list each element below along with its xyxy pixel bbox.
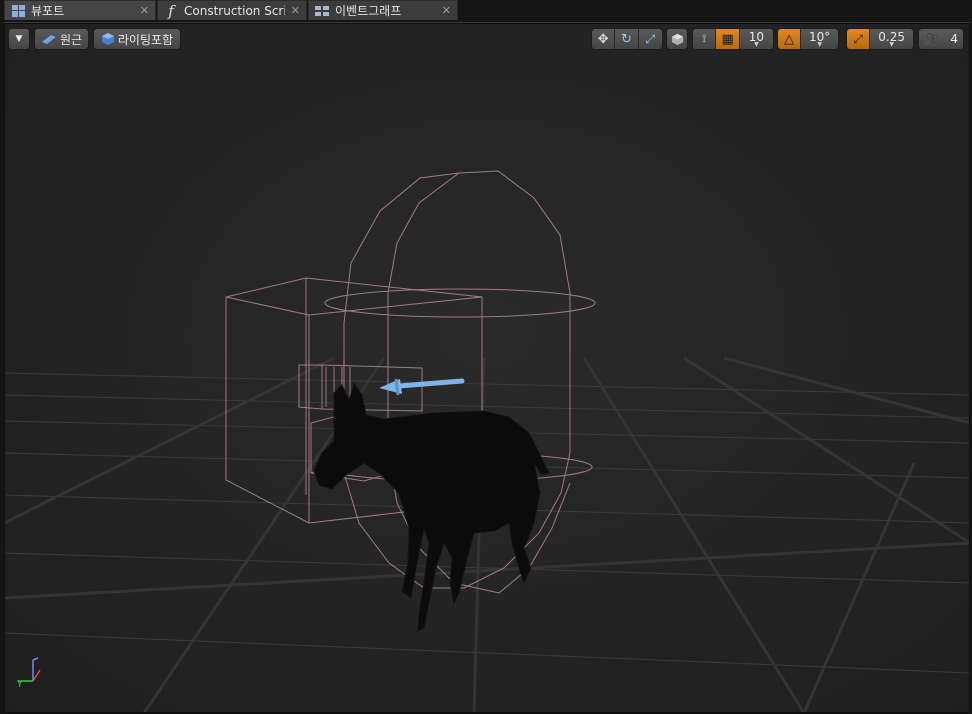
tab-construction-script-label: Construction Scrip bbox=[184, 3, 285, 18]
camera-speed-value: 4 bbox=[950, 32, 958, 46]
perspective-label: 원근 bbox=[59, 32, 83, 47]
lighting-label: 라이팅포함 bbox=[117, 32, 174, 47]
surface-snap-button[interactable]: ⟟ bbox=[693, 29, 717, 49]
rotation-snap-group: △ 10° ▼ bbox=[777, 28, 839, 50]
world-cube-icon bbox=[671, 33, 683, 45]
tab-construction-script[interactable]: f Construction Scrip ✕ bbox=[157, 0, 307, 20]
move-arrows-icon: ✥ bbox=[597, 31, 609, 47]
grid-icon: ▦ bbox=[721, 31, 734, 47]
close-icon[interactable]: ✕ bbox=[140, 4, 149, 17]
chevron-down-icon: ▼ bbox=[817, 41, 822, 48]
scale-snap-group: ⤢ 0.25 ▼ bbox=[846, 28, 914, 50]
svg-text:Y: Y bbox=[16, 680, 23, 690]
perspective-button[interactable]: 원근 bbox=[34, 28, 89, 50]
coordinate-space-button[interactable] bbox=[666, 28, 688, 50]
scale-snap-value-dropdown[interactable]: 0.25 ▼ bbox=[870, 29, 913, 49]
tab-viewport-label: 뷰포트 bbox=[31, 4, 65, 18]
scale-snap-toggle[interactable]: ⤢ bbox=[847, 29, 871, 49]
tab-event-graph[interactable]: 이벤트그래프 ✕ bbox=[308, 0, 458, 20]
viewport-options-button[interactable]: ▼ bbox=[8, 28, 30, 50]
chevron-down-icon: ▼ bbox=[754, 41, 759, 48]
surface-snap-icon: ⟟ bbox=[702, 32, 707, 45]
tab-viewport[interactable]: 뷰포트 ✕ bbox=[4, 0, 156, 20]
grid-snap-toggle[interactable]: ▦ bbox=[716, 29, 740, 49]
lighting-mode-button[interactable]: 라이팅포함 bbox=[93, 28, 181, 50]
function-icon: f bbox=[168, 1, 174, 20]
event-graph-icon bbox=[315, 4, 329, 18]
lit-cube-icon bbox=[101, 33, 114, 45]
scale-icon: ⤢ bbox=[645, 31, 656, 46]
chevron-down-icon: ▼ bbox=[15, 34, 23, 44]
viewport-scene[interactable]: Y bbox=[4, 23, 970, 713]
camera-speed-button[interactable]: 🎥 4 bbox=[918, 28, 964, 50]
translate-tool-button[interactable]: ✥ bbox=[592, 29, 616, 49]
grid-snap-value-dropdown[interactable]: 10 ▼ bbox=[739, 29, 773, 49]
chevron-down-icon: ▼ bbox=[889, 41, 894, 48]
rotate-icon: ↻ bbox=[621, 31, 632, 47]
camera-icon: 🎥 bbox=[924, 32, 939, 46]
scale-snap-icon: ⤢ bbox=[853, 31, 863, 46]
editor-tab-bar: 뷰포트 ✕ f Construction Scrip ✕ 이벤트그래프 ✕ bbox=[0, 0, 972, 21]
level-viewport[interactable]: Y ▼ 원근 라이팅포함 ✥ ↻ ⤢ ⟟ ▦ 10 ▼ △ 10° ▼ ⤢ 0.… bbox=[4, 22, 970, 713]
close-icon[interactable]: ✕ bbox=[291, 4, 300, 17]
tab-event-graph-label: 이벤트그래프 bbox=[335, 4, 402, 18]
close-icon[interactable]: ✕ bbox=[442, 4, 451, 17]
grid-snap-group: ⟟ ▦ 10 ▼ bbox=[692, 28, 774, 50]
rotation-snap-toggle[interactable]: △ bbox=[778, 29, 802, 49]
viewport-grid-icon bbox=[11, 4, 25, 18]
angle-icon: △ bbox=[784, 31, 795, 47]
scale-tool-button[interactable]: ⤢ bbox=[638, 29, 662, 49]
rotation-snap-value-dropdown[interactable]: 10° ▼ bbox=[801, 29, 838, 49]
perspective-icon bbox=[41, 35, 56, 44]
transform-tools-group: ✥ ↻ ⤢ bbox=[591, 28, 663, 50]
rotate-tool-button[interactable]: ↻ bbox=[615, 29, 639, 49]
